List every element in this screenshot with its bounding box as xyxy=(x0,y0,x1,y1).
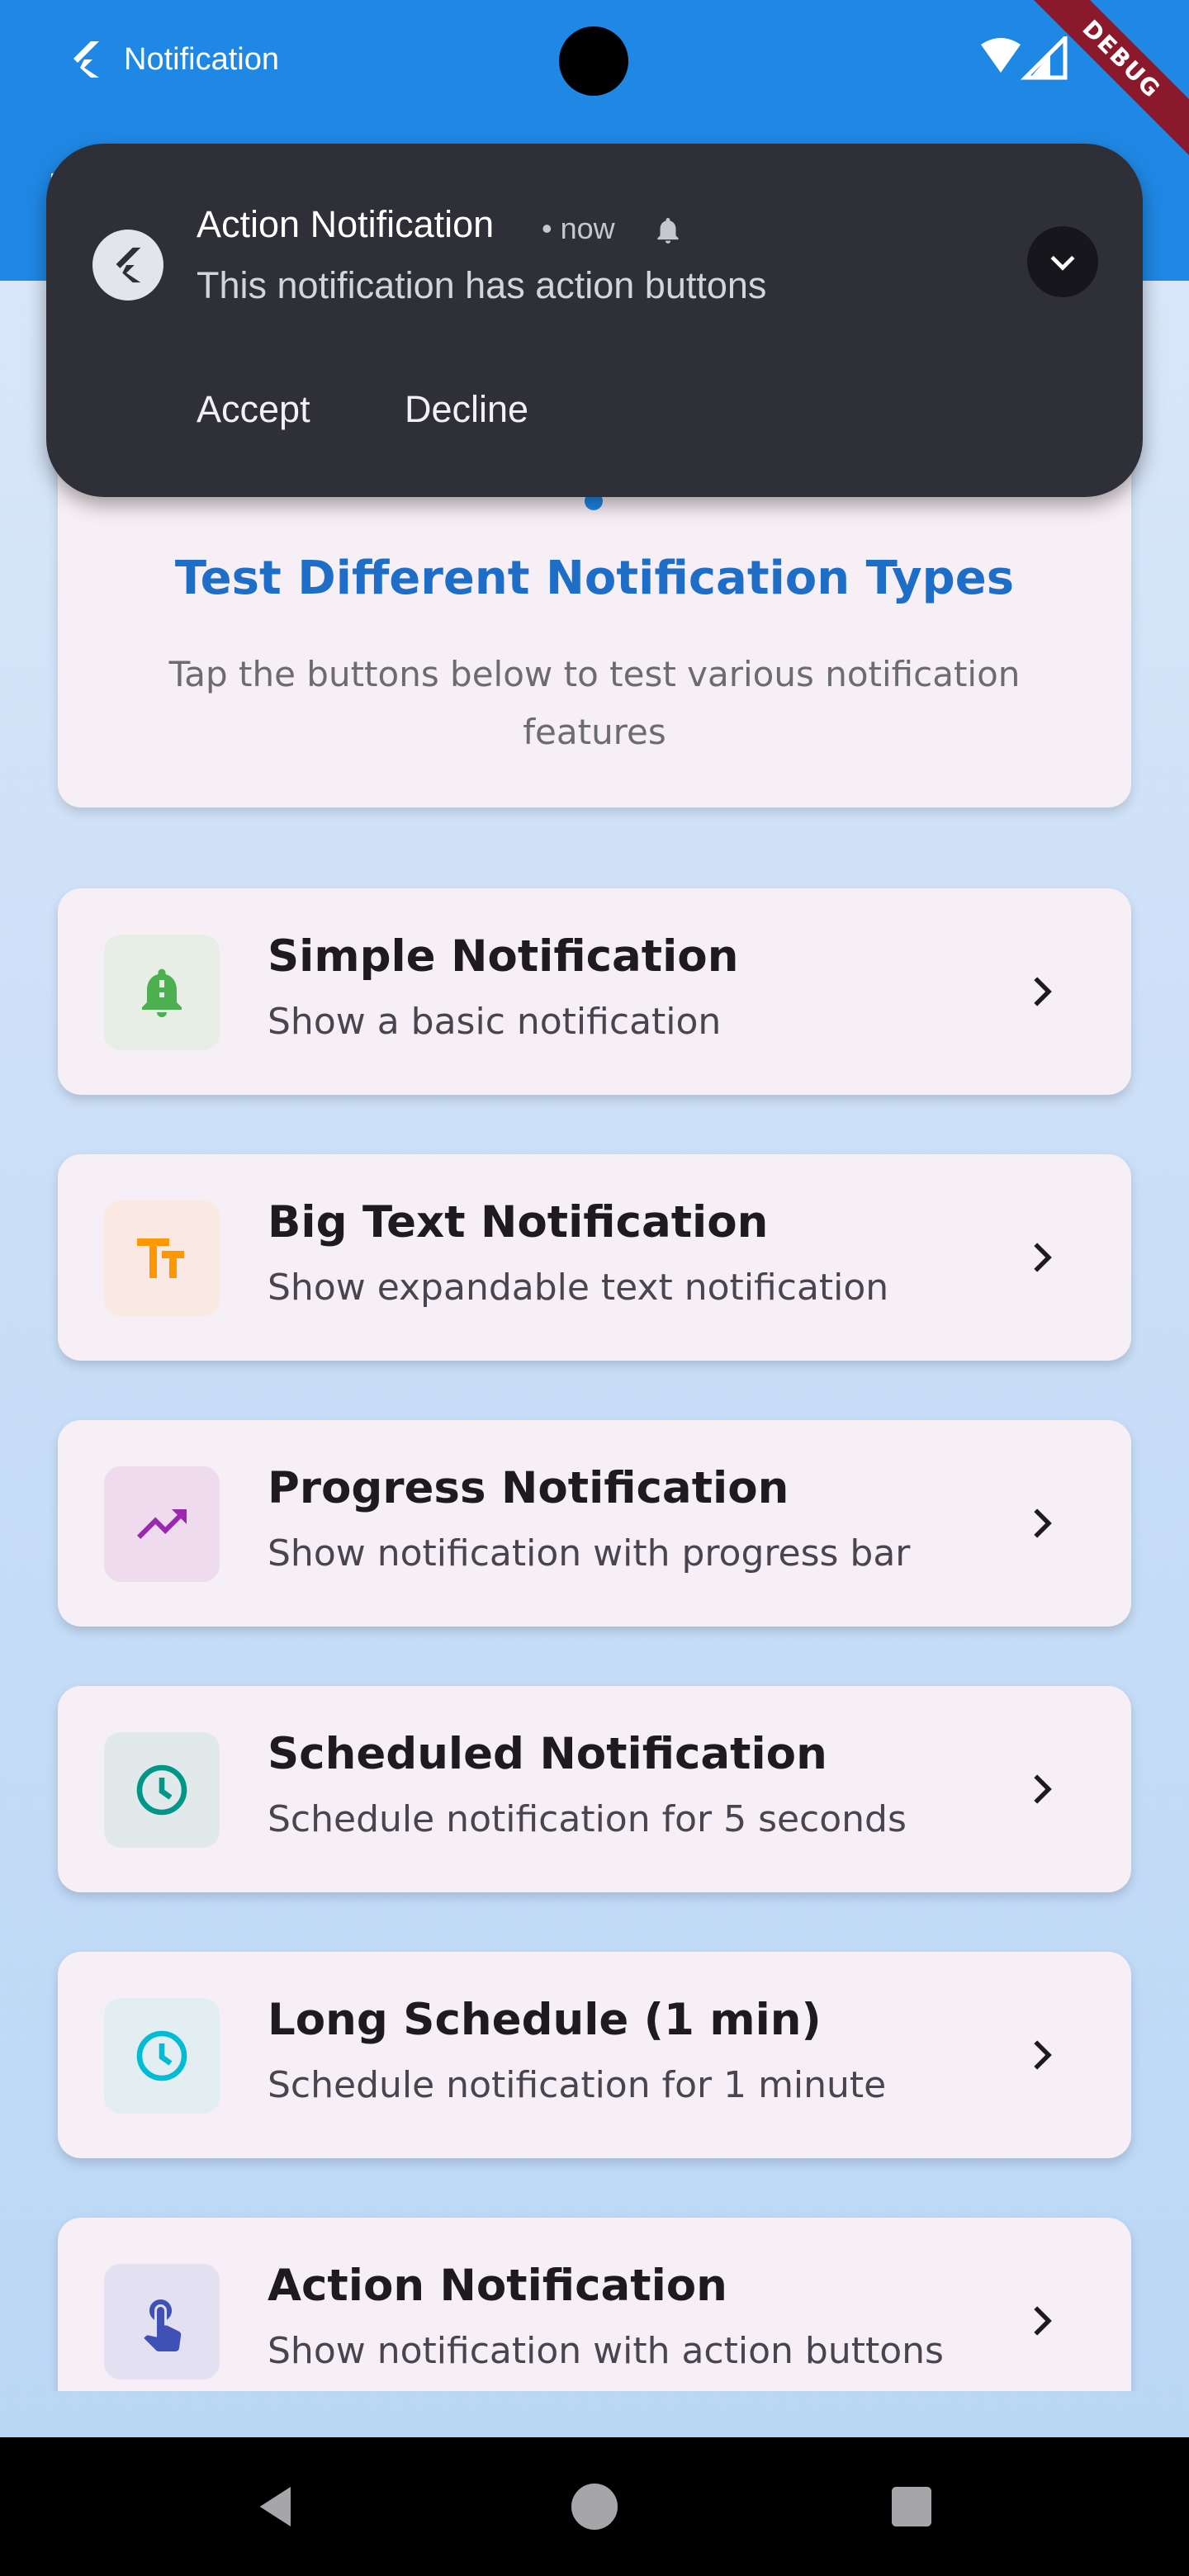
item-icon-container xyxy=(104,935,220,1050)
item-title: Big Text Notification xyxy=(268,1197,769,1248)
item-icon-container xyxy=(104,1466,220,1582)
chevron-right-icon xyxy=(1034,977,1052,1006)
notification-title: Action Notification xyxy=(197,203,495,245)
clock-icon xyxy=(136,2030,187,2081)
item-title: Progress Notification xyxy=(268,1463,789,1513)
chevron-right-icon xyxy=(1034,2040,1052,2070)
item-subtitle: Show a basic notification xyxy=(268,1001,722,1043)
list-item-scheduled-notification[interactable]: Scheduled Notification Schedule notifica… xyxy=(58,1686,1131,1892)
camera-cutout xyxy=(559,26,628,96)
heads-up-notification[interactable]: Action Notification • now This notificat… xyxy=(46,144,1143,497)
item-subtitle: Schedule notification for 1 minute xyxy=(268,2064,887,2106)
touch-icon xyxy=(144,2299,182,2351)
bell-icon xyxy=(142,968,182,1017)
cellular-signal-icon xyxy=(1020,36,1068,80)
item-subtitle: Show expandable text notification xyxy=(268,1267,889,1309)
trending-up-icon xyxy=(137,1509,187,1539)
list-item-long-schedule[interactable]: Long Schedule (1 min) Schedule notificat… xyxy=(58,1952,1131,2158)
notification-time: • now xyxy=(542,211,615,245)
status-app-title: Notification xyxy=(124,41,279,77)
item-subtitle: Show notification with progress bar xyxy=(268,1532,911,1574)
bell-icon xyxy=(657,217,679,244)
item-subtitle: Schedule notification for 5 seconds xyxy=(268,1798,907,1840)
back-icon[interactable] xyxy=(251,2480,304,2533)
accept-button[interactable]: Accept xyxy=(197,388,310,431)
item-title: Long Schedule (1 min) xyxy=(268,1995,822,2045)
notification-app-icon xyxy=(92,230,163,301)
item-subtitle: Show notification with action buttons xyxy=(268,2330,944,2372)
chevron-right-icon xyxy=(1034,2306,1052,2336)
header-subtitle: Tap the buttons below to test various no… xyxy=(168,654,1021,752)
clock-icon xyxy=(136,1764,187,1816)
home-icon[interactable] xyxy=(568,2480,621,2533)
flutter-logo-icon xyxy=(73,41,99,78)
list-item-simple-notification[interactable]: Simple Notification Show a basic notific… xyxy=(58,888,1131,1095)
chevron-right-icon xyxy=(1034,1774,1052,1804)
status-icons xyxy=(981,36,1068,80)
recents-icon[interactable] xyxy=(885,2480,938,2533)
list-item-action-notification[interactable]: Action Notification Show notification wi… xyxy=(58,2218,1131,2391)
text-fields-icon xyxy=(137,1238,184,1278)
item-title: Simple Notification xyxy=(268,931,739,982)
list-item-progress-notification[interactable]: Progress Notification Show notification … xyxy=(58,1420,1131,1627)
notification-type-list: Simple Notification Show a basic notific… xyxy=(0,859,1189,2391)
list-item-big-text-notification[interactable]: Big Text Notification Show expandable te… xyxy=(58,1154,1131,1361)
item-title: Scheduled Notification xyxy=(268,1729,827,1779)
item-icon-container xyxy=(104,1732,220,1848)
wifi-icon xyxy=(981,38,1021,73)
status-app-label: Notification xyxy=(66,35,279,84)
flutter-logo-icon xyxy=(116,247,141,283)
chevron-down-icon xyxy=(1050,255,1075,271)
item-icon-container xyxy=(104,1998,220,2114)
item-icon-container xyxy=(104,2264,220,2379)
chevron-right-icon xyxy=(1034,1508,1052,1538)
expand-notification-button[interactable] xyxy=(1027,226,1098,297)
system-nav-bar xyxy=(0,2437,1189,2576)
item-icon-container xyxy=(104,1200,220,1316)
item-title: Action Notification xyxy=(268,2261,727,2311)
chevron-right-icon xyxy=(1034,1243,1052,1272)
decline-button[interactable]: Decline xyxy=(405,388,528,431)
notification-body: This notification has action buttons xyxy=(197,264,767,306)
header-title: Test Different Notification Types xyxy=(174,552,1015,605)
